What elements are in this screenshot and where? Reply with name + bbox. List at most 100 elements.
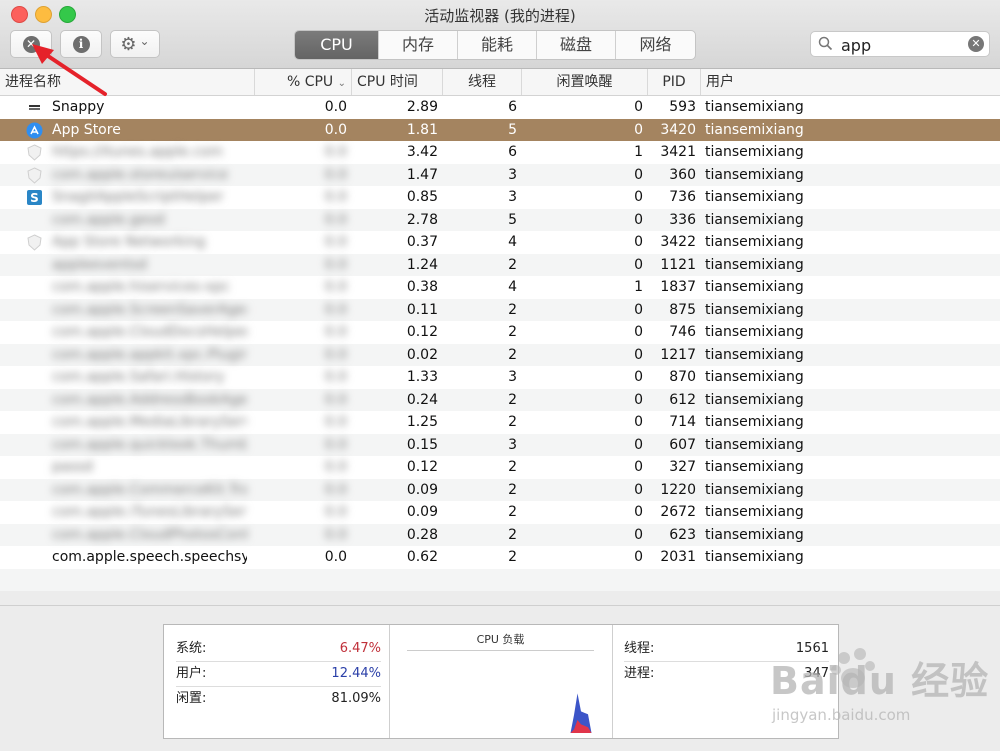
process-name: com.apple.speech.speechsy...	[52, 549, 247, 565]
table-row[interactable]: com.apple.CommerceKit.TransactionService…	[0, 478, 1000, 501]
cpu-time: 2.78	[406, 211, 438, 228]
user-value: 12.44%	[331, 666, 381, 681]
pid: 870	[669, 369, 696, 385]
table-header: 进程名称 % CPU ⌄ CPU 时间 线程 闲置唤醒 PID 用户	[0, 69, 1000, 96]
shield-icon	[26, 234, 43, 251]
cpu-percent: 0.0	[324, 526, 347, 543]
cpu-time: 1.24	[406, 256, 438, 273]
process-name: com.apple.ScreenSaverAgent	[52, 301, 247, 318]
table-row[interactable]: S SnagitAppleScriptHelper 0.0 0.85 3 0 736 tian…	[0, 186, 1000, 209]
tab-cpu[interactable]: CPU	[295, 31, 379, 59]
tab-disk[interactable]: 磁盘	[537, 31, 616, 59]
cpu-time: 0.12	[406, 324, 438, 340]
column-header-cpu[interactable]: % CPU ⌄	[255, 69, 352, 95]
table-row[interactable]: com.apple.hiservices-xpc 0.0 0.38 4 1 1837 tia…	[0, 276, 1000, 299]
thread-count: 5	[508, 121, 517, 138]
table-row[interactable]: passd 0.0 0.12 2 0 327 tiansemixiang	[0, 456, 1000, 479]
table-row[interactable]: https://itunes.apple.com 0.0 3.42 6 1 3421 tia…	[0, 141, 1000, 164]
tab-memory[interactable]: 内存	[379, 31, 458, 59]
tab-network[interactable]: 网络	[616, 31, 695, 59]
cpu-time: 0.38	[406, 279, 438, 295]
cpu-time: 0.24	[406, 391, 438, 408]
search-box[interactable]: ✕	[810, 31, 990, 57]
thread-count: 2	[508, 526, 517, 543]
idle-label: 闲置:	[176, 691, 207, 706]
action-menu-button[interactable]: ⚙ ⌄	[110, 30, 160, 58]
table-row[interactable]: com.apple.quicklook.ThumbnailAgent 0.0 0.1…	[0, 433, 1000, 456]
user-name: tiansemixiang	[705, 121, 804, 138]
table-row[interactable]: com.apple.iTunesLibraryService 0.0 0.09 2 0 2…	[0, 501, 1000, 524]
pid: 3422	[660, 234, 696, 250]
cpu-percent: 0.0	[324, 414, 347, 430]
user-stat: 用户: 12.44%	[176, 662, 381, 687]
table-row[interactable]: com.apple.CloudPhotosConfiguration 0.0 0.2…	[0, 523, 1000, 546]
pid: 3421	[660, 144, 696, 160]
table-row[interactable]: com.apple.geod 0.0 2.78 5 0 336 tiansemixiang	[0, 208, 1000, 231]
table-row[interactable]: com.apple.ScreenSaverAgent 0.0 0.11 2 0 875 ti…	[0, 298, 1000, 321]
idle-wakeups: 0	[634, 549, 643, 565]
table-row[interactable]: com.apple.storeuiservice 0.0 1.47 3 0 360 tian…	[0, 163, 1000, 186]
idle-wakeups: 0	[634, 211, 643, 228]
table-row[interactable]: com.apple.AddressBookAgent 0.0 0.24 2 0 612 ti…	[0, 388, 1000, 411]
tab-energy[interactable]: 能耗	[458, 31, 537, 59]
thread-count: 4	[508, 234, 517, 250]
watermark-url: jingyan.baidu.com	[772, 706, 911, 724]
cpu-percent: 0.0	[324, 369, 347, 385]
user-name: tiansemixiang	[705, 549, 804, 565]
pid: 714	[669, 414, 696, 430]
table-row[interactable]: App Store Networking 0.0 0.37 4 0 3422 tiansem…	[0, 231, 1000, 254]
column-header-user[interactable]: 用户	[701, 69, 1000, 95]
idle-stat: 闲置: 81.09%	[176, 687, 381, 711]
idle-wakeups: 1	[634, 144, 643, 160]
tab-bar: CPU 内存 能耗 磁盘 网络	[294, 30, 696, 60]
user-name: tiansemixiang	[705, 301, 804, 318]
thread-count: 6	[508, 144, 517, 160]
thread-count: 2	[508, 414, 517, 430]
cpu-time: 0.37	[406, 234, 438, 250]
search-input[interactable]	[839, 34, 963, 56]
table-row[interactable]: Snappy 0.0 2.89 6 0 593 tiansemixiang	[0, 96, 1000, 119]
user-label: 用户:	[176, 666, 207, 681]
cpu-usage-breakdown: 系统: 6.47% 用户: 12.44% 闲置: 81.09%	[164, 625, 390, 738]
processes-label: 进程:	[624, 666, 655, 681]
table-row[interactable]: com.apple.Safari.History 0.0 1.33 3 0 870 tian…	[0, 366, 1000, 389]
column-header-pid[interactable]: PID	[648, 69, 701, 95]
cpu-load-title: CPU 负载	[476, 633, 525, 646]
table-row[interactable]: com.apple.appkit.xpc.Plugin 0.0 0.02 2 0 1217…	[0, 343, 1000, 366]
column-header-idle-wakeups[interactable]: 闲置唤醒	[522, 69, 648, 95]
table-row[interactable]: App Store 0.0 1.81 5 0 3420 tiansemixiang	[0, 118, 1000, 141]
cpu-percent: 0.0	[324, 144, 347, 160]
column-header-cpu-label: % CPU	[286, 74, 334, 90]
pid: 607	[669, 436, 696, 453]
thread-count: 2	[508, 549, 517, 565]
pid: 736	[669, 189, 696, 205]
cpu-time: 0.11	[406, 301, 438, 318]
table-row[interactable]: appleeventsd 0.0 1.24 2 0 1121 tiansemixiang	[0, 253, 1000, 276]
table-row[interactable]: com.apple.MediaLibraryService 0.0 1.25 2 0 71…	[0, 411, 1000, 434]
shield-icon	[26, 166, 43, 184]
thread-count: 2	[508, 301, 517, 318]
empty-row	[0, 568, 1000, 591]
user-name: tiansemixiang	[705, 279, 804, 295]
idle-wakeups: 0	[634, 166, 643, 183]
process-name: appleeventsd	[52, 256, 147, 273]
thread-count: 2	[508, 346, 517, 363]
column-header-threads[interactable]: 线程	[443, 69, 522, 95]
process-name: passd	[52, 459, 93, 475]
process-name: App Store Networking	[52, 234, 206, 250]
thread-count: 2	[508, 391, 517, 408]
table-row[interactable]: com.apple.CloudDocsHelper 0.0 0.12 2 0 746 tia…	[0, 321, 1000, 344]
user-name: tiansemixiang	[705, 526, 804, 543]
column-header-cpu-time[interactable]: CPU 时间	[352, 69, 443, 95]
cpu-percent: 0.0	[324, 391, 347, 408]
user-name: tiansemixiang	[705, 99, 804, 115]
idle-wakeups: 0	[634, 301, 643, 318]
clear-search-icon[interactable]: ✕	[968, 36, 984, 52]
pid: 612	[669, 391, 696, 408]
baidu-watermark: Baidu 经验 jingyan.baidu.com	[760, 640, 990, 740]
cpu-percent: 0.0	[324, 301, 347, 318]
table-row[interactable]: com.apple.speech.speechsy... 0.0 0.62 2 0 203…	[0, 546, 1000, 569]
process-name: com.apple.MediaLibraryService	[52, 414, 247, 430]
pid: 746	[669, 324, 696, 340]
search-icon	[818, 36, 833, 55]
